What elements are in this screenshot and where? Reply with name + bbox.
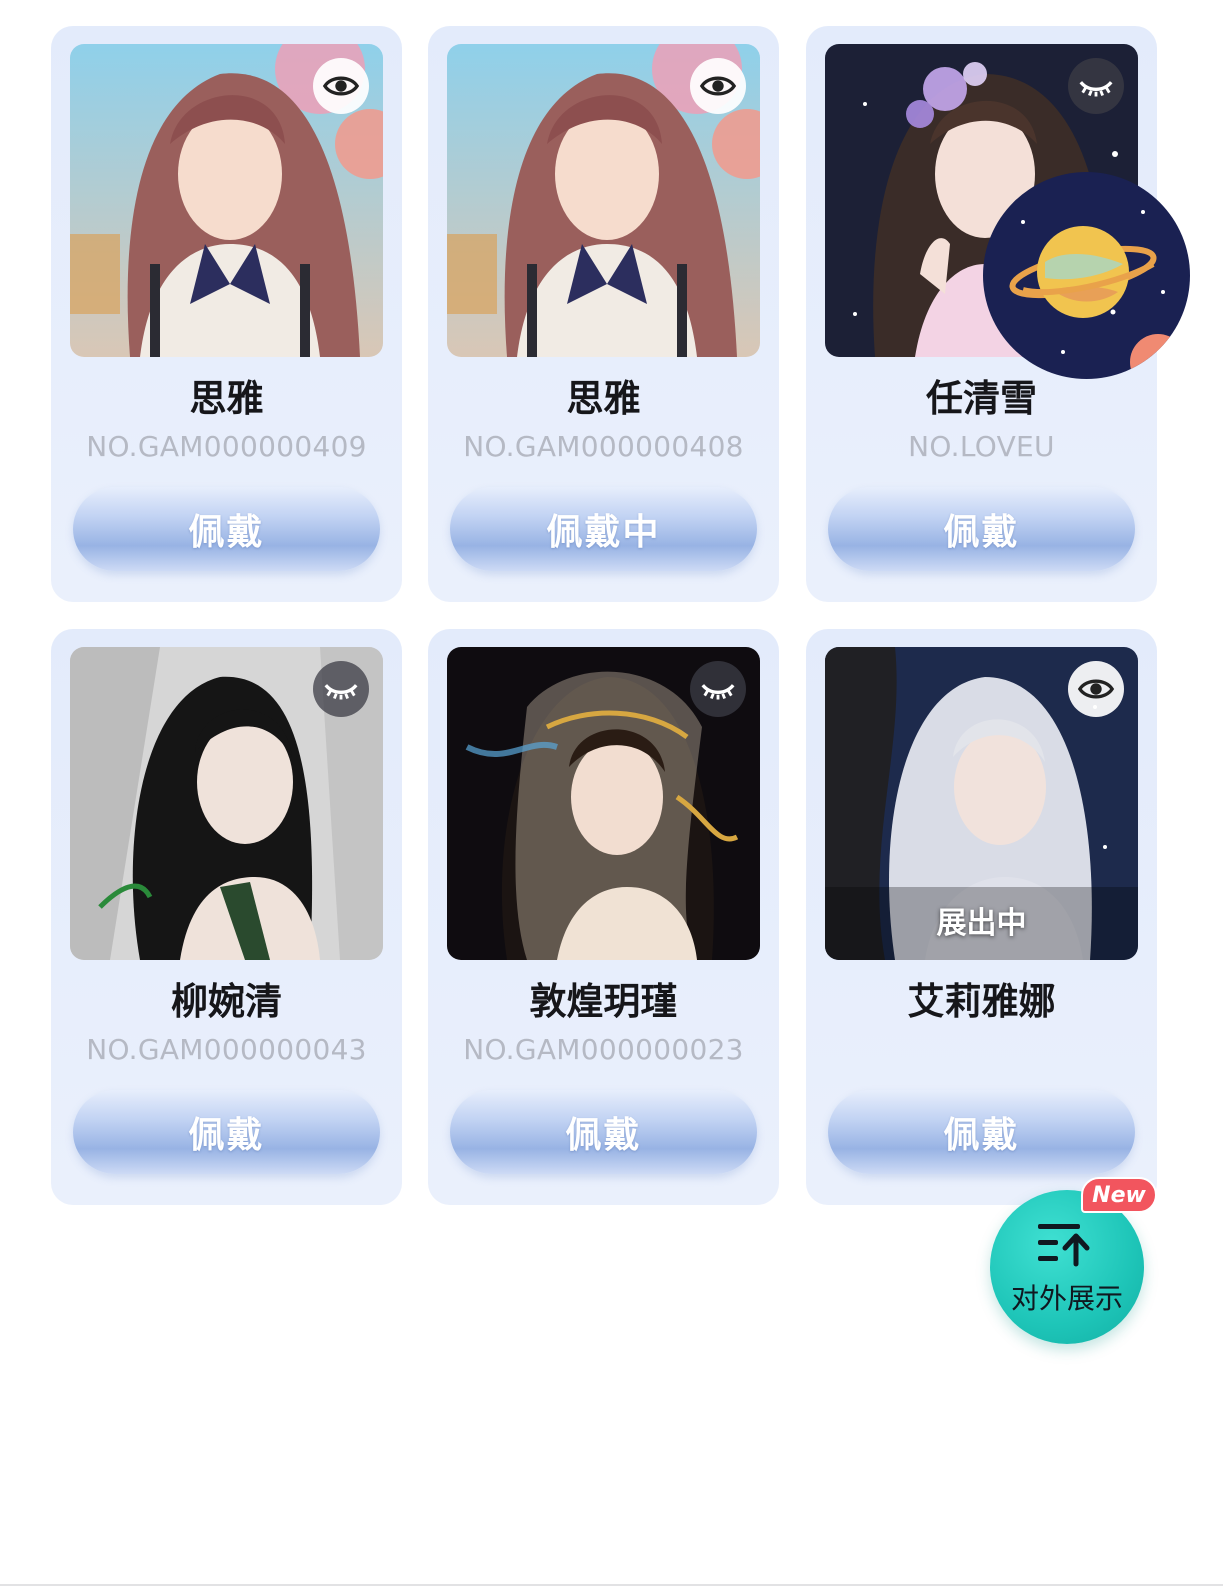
public-display-button[interactable]: 对外展示 (990, 1190, 1144, 1344)
wear-button[interactable]: 佩戴 (73, 487, 380, 571)
avatar-frame-card[interactable]: 思雅 NO.GAM000000408 佩戴中 (428, 26, 779, 602)
avatar-frame-image[interactable] (447, 647, 760, 960)
frame-code: NO.GAM000000043 (86, 1033, 367, 1066)
frame-name: 艾莉雅娜 (907, 980, 1056, 1023)
avatar-frame-image[interactable] (447, 44, 760, 357)
planet-badge-icon (983, 172, 1190, 379)
eye-closed-icon[interactable] (1068, 58, 1124, 114)
public-display-label: 对外展示 (1010, 1282, 1123, 1315)
avatar-frame-card[interactable]: 柳婉清 NO.GAM000000043 佩戴 (51, 629, 402, 1205)
frame-name: 思雅 (189, 377, 264, 420)
wear-button[interactable]: 佩戴 (828, 487, 1135, 571)
wear-button[interactable]: 佩戴 (450, 1090, 757, 1174)
wear-button[interactable]: 佩戴 (828, 1090, 1135, 1174)
exhibiting-label: 展出中 (936, 906, 1027, 941)
avatar-frame-image[interactable]: 展出中 (825, 647, 1138, 960)
wear-button[interactable]: 佩戴 (73, 1090, 380, 1174)
eye-open-icon[interactable] (313, 58, 369, 114)
eye-open-icon[interactable] (1068, 661, 1124, 717)
wearing-button[interactable]: 佩戴中 (450, 487, 757, 571)
avatar-frame-card[interactable]: 思雅 NO.GAM000000409 佩戴 (51, 26, 402, 602)
avatar-frame-image[interactable] (70, 44, 383, 357)
frame-code: NO.GAM000000409 (86, 430, 367, 463)
frame-name: 思雅 (566, 377, 641, 420)
bottom-divider (0, 1584, 1223, 1586)
frame-code: NO.GAM000000408 (463, 430, 744, 463)
new-badge: New (1081, 1177, 1157, 1213)
sort-up-icon (1038, 1224, 1090, 1267)
eye-closed-icon[interactable] (313, 661, 369, 717)
frame-code: NO.GAM000000023 (463, 1033, 744, 1066)
avatar-frame-image[interactable] (70, 647, 383, 960)
frame-code: NO.LOVEU (908, 430, 1055, 463)
eye-closed-icon[interactable] (690, 661, 746, 717)
frame-name: 敦煌玥瑾 (529, 980, 678, 1023)
avatar-frame-card[interactable]: 敦煌玥瑾 NO.GAM000000023 佩戴 (428, 629, 779, 1205)
eye-open-icon[interactable] (690, 58, 746, 114)
frame-name: 柳婉清 (171, 980, 282, 1023)
avatar-frame-card[interactable]: 展出中 艾莉雅娜 佩戴 (806, 629, 1157, 1205)
